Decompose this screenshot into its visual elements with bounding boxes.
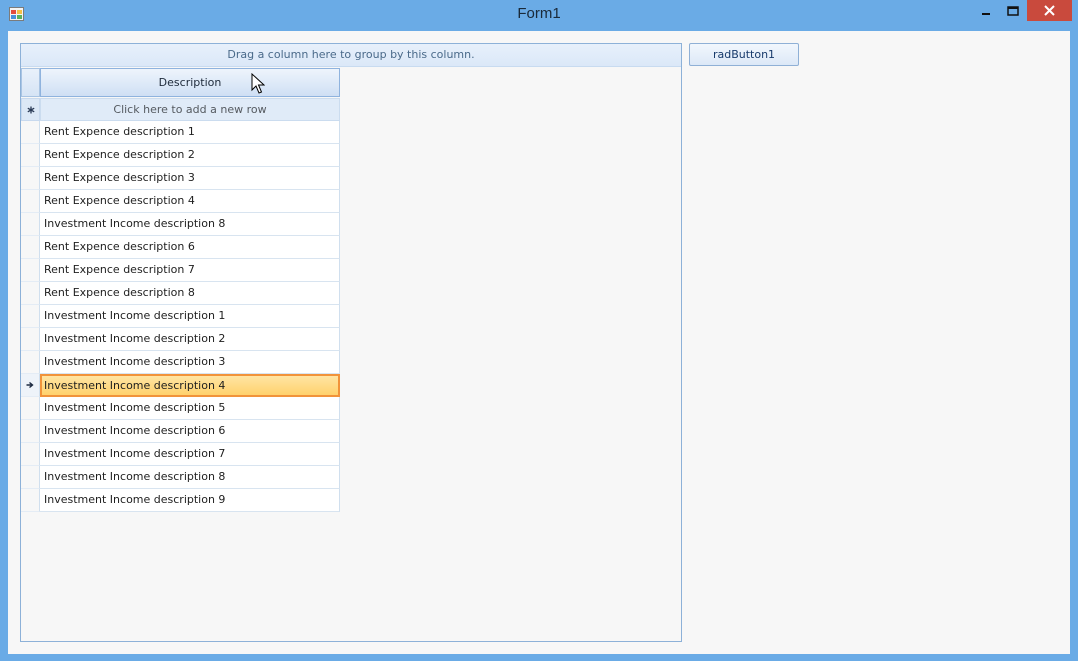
form1-window: Form1 Drag a column here to group by thi… <box>0 0 1078 661</box>
description-cell[interactable]: Rent Expence description 1 <box>40 121 340 144</box>
row-indicator[interactable] <box>21 167 40 190</box>
table-row[interactable]: Rent Expence description 6 <box>21 236 341 259</box>
maximize-icon <box>1007 5 1019 16</box>
row-indicator[interactable] <box>21 328 40 351</box>
description-cell[interactable]: Rent Expence description 4 <box>40 190 340 213</box>
row-indicator[interactable] <box>21 351 40 374</box>
table-row[interactable]: Investment Income description 8 <box>21 466 341 489</box>
rad-grid-view[interactable]: Drag a column here to group by this colu… <box>20 43 682 642</box>
description-cell[interactable]: Rent Expence description 2 <box>40 144 340 167</box>
row-indicator[interactable] <box>21 489 40 512</box>
current-row-arrow-icon <box>26 381 34 389</box>
row-indicator[interactable] <box>21 190 40 213</box>
title-bar[interactable]: Form1 <box>0 0 1078 30</box>
row-indicator[interactable] <box>21 121 40 144</box>
grid-table: Description Click here to add a new row … <box>21 68 341 512</box>
new-row-indicator <box>21 98 40 121</box>
description-cell[interactable]: Investment Income description 4 <box>40 374 340 397</box>
table-row[interactable]: Investment Income description 4 <box>21 374 341 397</box>
new-row[interactable]: Click here to add a new row <box>21 98 341 121</box>
window-title: Form1 <box>517 5 561 22</box>
description-cell[interactable]: Investment Income description 8 <box>40 466 340 489</box>
description-cell[interactable]: Investment Income description 8 <box>40 213 340 236</box>
rad-button1[interactable]: radButton1 <box>689 43 799 66</box>
group-panel[interactable]: Drag a column here to group by this colu… <box>21 44 681 67</box>
row-indicator[interactable] <box>21 397 40 420</box>
close-icon <box>1044 5 1055 16</box>
asterisk-icon <box>26 106 35 113</box>
table-row[interactable]: Rent Expence description 8 <box>21 282 341 305</box>
description-cell[interactable]: Investment Income description 3 <box>40 351 340 374</box>
row-indicator[interactable] <box>21 213 40 236</box>
description-cell[interactable]: Rent Expence description 6 <box>40 236 340 259</box>
header-row-indicator <box>21 68 40 97</box>
description-cell[interactable]: Investment Income description 5 <box>40 397 340 420</box>
table-row[interactable]: Rent Expence description 2 <box>21 144 341 167</box>
row-indicator[interactable] <box>21 236 40 259</box>
mouse-pointer-icon <box>251 73 265 94</box>
data-rows: Rent Expence description 1 Rent Expence d… <box>21 121 341 512</box>
column-header-description[interactable]: Description <box>40 68 340 97</box>
table-row[interactable]: Investment Income description 6 <box>21 420 341 443</box>
row-indicator[interactable] <box>21 305 40 328</box>
description-cell[interactable]: Investment Income description 1 <box>40 305 340 328</box>
row-indicator[interactable] <box>21 144 40 167</box>
table-row[interactable]: Rent Expence description 3 <box>21 167 341 190</box>
form-client-area: Drag a column here to group by this colu… <box>8 31 1070 654</box>
table-row[interactable]: Rent Expence description 4 <box>21 190 341 213</box>
row-indicator[interactable] <box>21 466 40 489</box>
close-button[interactable] <box>1027 0 1072 21</box>
table-row[interactable]: Rent Expence description 1 <box>21 121 341 144</box>
row-indicator[interactable] <box>21 282 40 305</box>
description-cell[interactable]: Investment Income description 6 <box>40 420 340 443</box>
table-row[interactable]: Investment Income description 5 <box>21 397 341 420</box>
description-cell[interactable]: Rent Expence description 8 <box>40 282 340 305</box>
table-row[interactable]: Investment Income description 8 <box>21 213 341 236</box>
row-indicator[interactable] <box>21 374 40 397</box>
table-row[interactable]: Investment Income description 7 <box>21 443 341 466</box>
description-cell[interactable]: Investment Income description 9 <box>40 489 340 512</box>
new-row-cell[interactable]: Click here to add a new row <box>40 98 340 121</box>
description-cell[interactable]: Rent Expence description 3 <box>40 167 340 190</box>
table-row[interactable]: Investment Income description 1 <box>21 305 341 328</box>
description-cell[interactable]: Investment Income description 7 <box>40 443 340 466</box>
row-indicator[interactable] <box>21 443 40 466</box>
table-row[interactable]: Rent Expence description 7 <box>21 259 341 282</box>
table-row[interactable]: Investment Income description 3 <box>21 351 341 374</box>
description-cell[interactable]: Investment Income description 2 <box>40 328 340 351</box>
table-row[interactable]: Investment Income description 9 <box>21 489 341 512</box>
row-indicator[interactable] <box>21 420 40 443</box>
table-row[interactable]: Investment Income description 2 <box>21 328 341 351</box>
header-row: Description <box>21 68 341 97</box>
description-cell[interactable]: Rent Expence description 7 <box>40 259 340 282</box>
row-indicator[interactable] <box>21 259 40 282</box>
